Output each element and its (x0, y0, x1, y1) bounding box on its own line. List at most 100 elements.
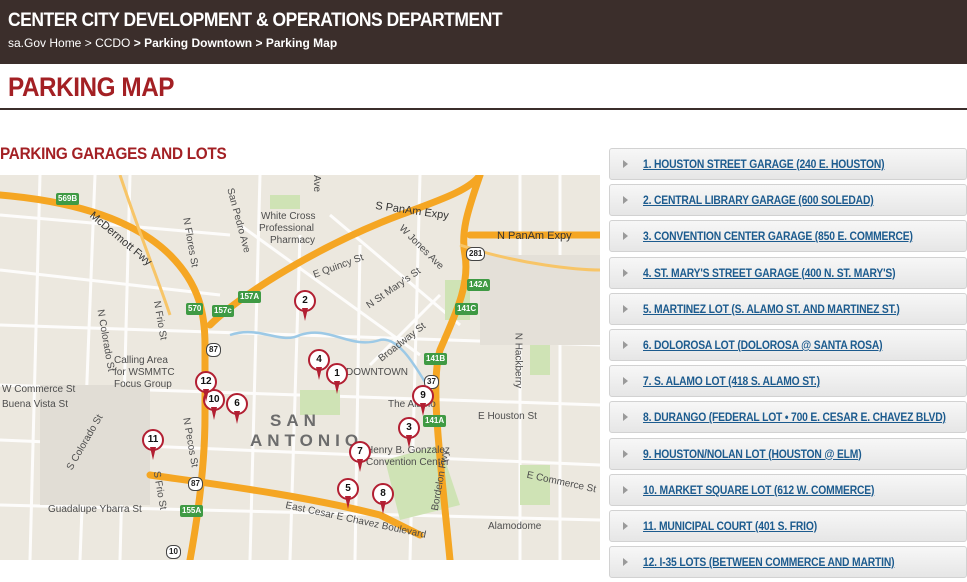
pin-tail (357, 459, 363, 472)
location-link[interactable]: 10. MARKET SQUARE LOT (612 W. COMMERCE) (643, 483, 874, 497)
expand-arrow-icon (623, 196, 628, 205)
expand-arrow-icon (623, 521, 628, 530)
map-pin-3[interactable]: 3 (398, 417, 420, 448)
list-item[interactable]: 4. ST. MARY'S STREET GARAGE (400 N. ST. … (609, 256, 967, 289)
label-ave: Ave (311, 175, 323, 193)
map-pin-2[interactable]: 2 (294, 290, 316, 321)
pin-tail (203, 389, 209, 402)
location-link[interactable]: 1. HOUSTON STREET GARAGE (240 E. HOUSTON… (643, 157, 885, 171)
highway-shield: 281 (466, 247, 486, 261)
list-item[interactable]: 3. CONVENTION CENTER GARAGE (850 E. COMM… (609, 220, 967, 253)
label-alamodome: Alamodome (488, 521, 542, 532)
label-n-panam-expy: N PanAm Expy (497, 230, 572, 242)
map-pin-7[interactable]: 7 (349, 441, 371, 472)
expand-arrow-icon (623, 160, 628, 168)
label-n-hackberry: N Hackberry (512, 332, 524, 389)
location-link[interactable]: 4. ST. MARY'S STREET GARAGE (400 N. ST. … (643, 266, 896, 280)
parking-map[interactable]: McDermott Fwy N Flores St San Pedro Ave … (0, 175, 600, 560)
highway-shield: 87 (206, 343, 221, 357)
list-item[interactable]: 10. MARKET SQUARE LOT (612 W. COMMERCE) (609, 473, 967, 506)
list-item[interactable]: 2. CENTRAL LIBRARY GARAGE (600 SOLEDAD) (609, 184, 967, 217)
label-pharmacy: Pharmacy (270, 235, 316, 246)
breadcrumb-parking-downtown[interactable]: Parking Downtown (144, 36, 252, 50)
breadcrumb-separator: > (255, 36, 263, 50)
label-antonio: ANTONIO (250, 431, 364, 450)
pin-tail (406, 435, 412, 448)
list-item[interactable]: 6. DOLOROSA LOT (DOLOROSA @ SANTA ROSA) (609, 328, 967, 361)
highway-shield: 87 (188, 477, 203, 491)
label-for-wsmmtc: for WSMMTC (114, 367, 175, 378)
location-link[interactable]: 6. DOLOROSA LOT (DOLOROSA @ SANTA ROSA) (643, 338, 883, 352)
map-pin-5[interactable]: 5 (337, 478, 359, 509)
expand-arrow-icon (623, 413, 628, 422)
location-link[interactable]: 12. I-35 LOTS (BETWEEN COMMERCE AND MART… (643, 555, 895, 569)
pin-tail (150, 447, 156, 460)
breadcrumb-home[interactable]: sa.Gov Home (8, 36, 81, 50)
expand-arrow-icon (623, 340, 628, 349)
location-link[interactable]: 5. MARTINEZ LOT (S. ALAMO ST. AND MARTIN… (643, 302, 900, 316)
page-title: PARKING MAP (8, 72, 175, 102)
highway-shield: 141B (424, 353, 448, 365)
list-item[interactable]: 1. HOUSTON STREET GARAGE (240 E. HOUSTON… (609, 148, 967, 180)
parking-location-list: 1. HOUSTON STREET GARAGE (240 E. HOUSTON… (609, 148, 967, 582)
highway-shield: 569B (56, 193, 80, 205)
label-buena-vista-st: Buena Vista St (2, 399, 68, 410)
highway-shield: 141A (423, 415, 447, 427)
label-w-commerce-st: W Commerce St (2, 384, 76, 395)
list-item[interactable]: 7. S. ALAMO LOT (418 S. ALAMO ST.) (609, 365, 967, 398)
department-title: CENTER CITY DEVELOPMENT & OPERATIONS DEP… (8, 10, 503, 31)
pin-tail (334, 381, 340, 394)
expand-arrow-icon (623, 377, 628, 386)
label-guadalupe-ybarra-st: Guadalupe Ybarra St (48, 504, 142, 515)
pin-tail (234, 411, 240, 424)
breadcrumb-separator: > (133, 36, 141, 50)
label-calling-area: Calling Area (114, 355, 168, 366)
pin-tail (420, 403, 426, 416)
list-item[interactable]: 8. DURANGO (FEDERAL LOT • 700 E. CESAR E… (609, 401, 967, 434)
expand-arrow-icon (623, 558, 628, 567)
location-link[interactable]: 11. MUNICIPAL COURT (401 S. FRIO) (643, 519, 817, 533)
site-header: CENTER CITY DEVELOPMENT & OPERATIONS DEP… (0, 0, 967, 64)
highway-shield: 570 (186, 303, 204, 315)
list-item[interactable]: 12. I-35 LOTS (BETWEEN COMMERCE AND MART… (609, 546, 967, 579)
breadcrumb-current: Parking Map (265, 36, 338, 50)
expand-arrow-icon (623, 304, 628, 313)
expand-arrow-icon (623, 449, 628, 458)
list-item[interactable]: 11. MUNICIPAL COURT (401 S. FRIO) (609, 509, 967, 542)
list-item[interactable]: 9. HOUSTON/NOLAN LOT (HOUSTON @ ELM) (609, 437, 967, 470)
location-link[interactable]: 3. CONVENTION CENTER GARAGE (850 E. COMM… (643, 229, 913, 243)
list-item[interactable]: 5. MARTINEZ LOT (S. ALAMO ST. AND MARTIN… (609, 292, 967, 325)
label-san: SAN (270, 411, 321, 430)
expand-arrow-icon (623, 268, 628, 277)
location-link[interactable]: 9. HOUSTON/NOLAN LOT (HOUSTON @ ELM) (643, 447, 862, 461)
highway-shield: 10 (166, 545, 181, 559)
location-link[interactable]: 8. DURANGO (FEDERAL LOT • 700 E. CESAR E… (643, 410, 946, 424)
location-link[interactable]: 7. S. ALAMO LOT (418 S. ALAMO ST.) (643, 374, 820, 388)
map-pin-12[interactable]: 12 (195, 371, 217, 402)
pin-tail (380, 501, 386, 514)
label-downtown: DOWNTOWN (346, 367, 409, 378)
label-e-houston-st: E Houston St (478, 411, 537, 422)
highway-shield: 155A (180, 505, 204, 517)
breadcrumb-ccdo[interactable]: CCDO (95, 36, 130, 50)
highway-shield: 157A (238, 291, 262, 303)
map-pin-9[interactable]: 9 (412, 385, 434, 416)
expand-arrow-icon (623, 232, 628, 241)
map-pin-6[interactable]: 6 (226, 393, 248, 424)
section-title: PARKING GARAGES AND LOTS (0, 144, 227, 163)
pin-tail (316, 367, 322, 380)
label-white-cross: White Cross (261, 211, 316, 222)
map-pin-11[interactable]: 11 (142, 429, 164, 460)
highway-shield: 157c (212, 305, 234, 317)
label-professional: Professional (259, 223, 315, 234)
pin-tail (211, 407, 217, 420)
breadcrumb-separator: > (84, 36, 92, 50)
map-pin-8[interactable]: 8 (372, 483, 394, 514)
highway-shield: 142A (467, 279, 491, 291)
map-pin-4[interactable]: 4 (308, 349, 330, 380)
breadcrumb: sa.Gov Home > CCDO > Parking Downtown > … (8, 36, 337, 50)
pin-tail (345, 496, 351, 509)
expand-arrow-icon (623, 485, 628, 494)
highway-shield: 141C (455, 303, 479, 315)
location-link[interactable]: 2. CENTRAL LIBRARY GARAGE (600 SOLEDAD) (643, 193, 874, 207)
